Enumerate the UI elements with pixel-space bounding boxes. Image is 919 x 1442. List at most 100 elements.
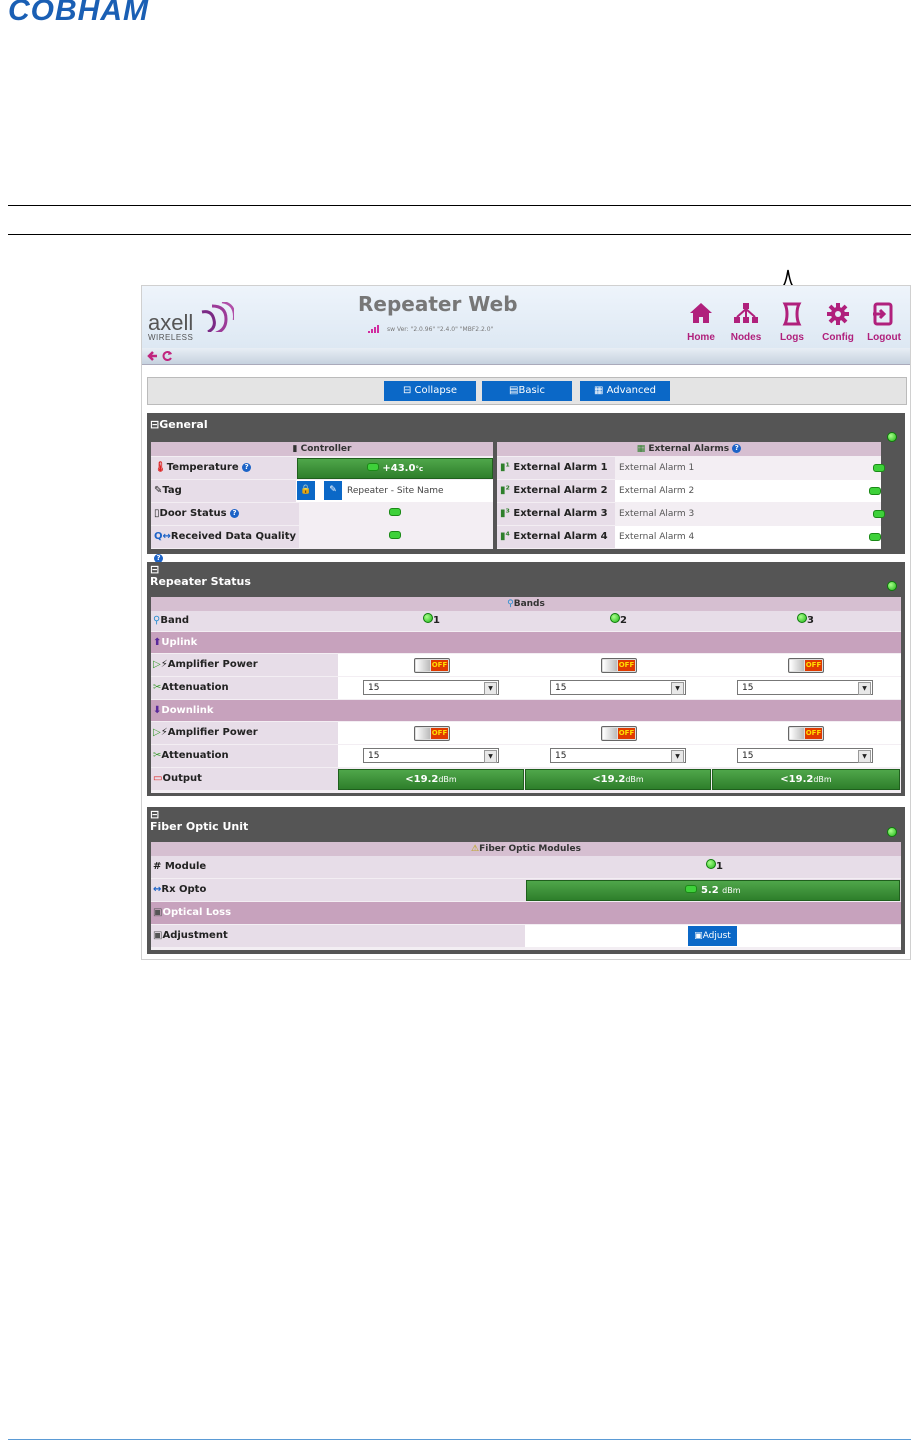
door-row: ▯Door Status ? (151, 503, 493, 525)
fiber-section: ⊟ Fiber Optic Unit ⚠Fiber Optic Modules #… (147, 807, 905, 954)
uplink-amp-label: ▷⚡Amplifier Power (151, 654, 339, 676)
band-2-text: 2 (620, 615, 627, 626)
door-label-text: Door Status (159, 508, 227, 519)
optical-loss-text: Optical Loss (162, 907, 232, 918)
temperature-value-text: +43.0 (382, 463, 416, 474)
alarm-1-label-text: External Alarm 1 (513, 462, 608, 473)
fiber-title[interactable]: ⊟ Fiber Optic Unit (150, 809, 248, 833)
bands-header-text: Bands (513, 599, 545, 609)
module-label: # Module (153, 861, 207, 872)
general-status-led (887, 432, 897, 442)
temperature-label: 🌡Temperature ? (151, 457, 299, 479)
alarm-3-label: ▮³ External Alarm 3 (497, 503, 615, 525)
alarm-2-led (869, 487, 881, 495)
downlink-amp-label-text: Amplifier Power (167, 727, 258, 738)
repeater-title[interactable]: ⊟ Repeater Status (150, 564, 251, 588)
help-icon[interactable]: ? (732, 444, 742, 453)
fiber-title-text: Fiber Optic Unit (150, 820, 249, 833)
temperature-unit: °c (415, 465, 424, 473)
bands-header: ⚲Bands (151, 597, 901, 611)
lock-icon[interactable]: 🔒 (297, 481, 315, 500)
module-1-text: 1 (716, 861, 723, 872)
chevron-down-icon: ▼ (484, 750, 497, 763)
output-label: ▭Output (151, 768, 339, 790)
downlink-att-select-3[interactable]: 15 ▼ (737, 748, 873, 763)
help-icon[interactable]: ? (242, 462, 252, 472)
downlink-amp-toggle-2[interactable]: OFF (601, 726, 637, 741)
collapse-button[interactable]: ⊟ Collapse (384, 381, 476, 401)
general-title[interactable]: ⊟General (150, 418, 208, 431)
band-row: ⚲Band 1 2 3 (151, 611, 901, 631)
uplink-amp-row: ▷⚡Amplifier Power OFF OFF OFF (151, 654, 901, 676)
edit-icon[interactable]: ✎ (324, 481, 342, 500)
uplink-att-row: ✂Attenuation 15 ▼ 15 ▼ 15 ▼ (151, 677, 901, 699)
uplink-amp-toggle-3[interactable]: OFF (788, 658, 824, 673)
fiber-header: ⚠Fiber Optic Modules (151, 842, 901, 856)
uplink-att-select-1[interactable]: 15 ▼ (363, 680, 499, 695)
downlink-att-select-1[interactable]: 15 ▼ (363, 748, 499, 763)
alarm-row-3: ▮³ External Alarm 3 External Alarm 3 (497, 503, 885, 525)
output-row: ▭Output <19.2dBm <19.2dBm <19.2dBm (151, 768, 901, 790)
adjust-label: ▣Adjustment (151, 925, 527, 947)
refresh-icon[interactable] (162, 351, 173, 361)
alarm-1-led (873, 464, 885, 472)
alarm-4-label-text: External Alarm 4 (513, 531, 608, 542)
uplink-amp-cells: OFF OFF OFF (338, 654, 901, 676)
adjust-button[interactable]: ▣Adjust (688, 926, 737, 946)
controller-header: ▮ Controller (151, 442, 493, 456)
alarm-1-label: ▮¹ External Alarm 1 (497, 457, 615, 479)
output-label-text: Output (162, 773, 202, 784)
output-2-value: <19.2 (592, 774, 626, 785)
uplink-amp-toggle-2[interactable]: OFF (601, 658, 637, 673)
door-status (296, 503, 493, 525)
nodes-icon (734, 303, 758, 323)
uplink-toggle-3-text: OFF (805, 660, 822, 671)
uplink-att-select-2[interactable]: 15 ▼ (550, 680, 686, 695)
help-icon[interactable]: ? (230, 508, 240, 518)
back-arrow-icon[interactable] (147, 351, 158, 361)
fiber-header-text: Fiber Optic Modules (479, 844, 581, 854)
app-title: Repeater Web (358, 292, 518, 316)
view-toolbar: ⊟ Collapse ▤Basic ▦ Advanced (147, 377, 907, 405)
alarm-4-label: ▮⁴ External Alarm 4 (497, 526, 615, 548)
repeater-table: ⚲Bands ⚲Band 1 2 3 ⬆Uplink ▷⚡Amplifier P… (151, 597, 901, 793)
downlink-att-select-2[interactable]: 15 ▼ (550, 748, 686, 763)
module-row: # Module 1 (151, 856, 901, 878)
module-1: 1 (706, 856, 723, 878)
header-rule-bottom (8, 234, 911, 235)
general-section: ⊟General ▮ Controller 🌡Temperature ? +43… (147, 413, 905, 563)
band-1: 1 (423, 611, 440, 631)
band-label: ⚲Band (153, 615, 189, 626)
alarm-3-value-text: External Alarm 3 (619, 509, 695, 519)
band-3: 3 (797, 611, 814, 631)
rx-value: 5.2 dBm (526, 880, 900, 901)
downlink-att-label-text: Attenuation (161, 750, 229, 761)
footer-rule (8, 1439, 911, 1440)
alarm-2-label-text: External Alarm 2 (513, 485, 608, 496)
uplink-att-select-3[interactable]: 15 ▼ (737, 680, 873, 695)
uplink-toggle-1-text: OFF (431, 660, 448, 671)
collapse-label: Collapse (414, 385, 458, 396)
door-label: ▯Door Status ? (151, 503, 299, 525)
nav-config-label: Config (822, 332, 854, 343)
temperature-label-text: Temperature (166, 462, 239, 473)
nav-logout-label: Logout (867, 332, 901, 343)
alarm-4-value: External Alarm 4 (615, 526, 881, 548)
basic-button[interactable]: ▤Basic (482, 381, 572, 401)
tag-value: Repeater - Site Name (347, 486, 444, 496)
advanced-button[interactable]: ▦ Advanced (580, 381, 670, 401)
alarm-2-value: External Alarm 2 (615, 480, 881, 502)
downlink-amp-toggle-3[interactable]: OFF (788, 726, 824, 741)
home-icon (690, 303, 712, 323)
uplink-amp-toggle-1[interactable]: OFF (414, 658, 450, 673)
band-3-text: 3 (807, 615, 814, 626)
downlink-att-cells: 15 ▼ 15 ▼ 15 ▼ (338, 745, 901, 767)
alarm-1-value: External Alarm 1 (615, 457, 885, 479)
fiber-table: ⚠Fiber Optic Modules # Module 1 ↔Rx Opto… (151, 842, 901, 950)
chevron-down-icon: ▼ (858, 682, 871, 695)
downlink-amp-toggle-1[interactable]: OFF (414, 726, 450, 741)
chevron-down-icon: ▼ (484, 682, 497, 695)
nav-nodes-label: Nodes (730, 332, 762, 343)
repeater-section: ⊟ Repeater Status ⚲Bands ⚲Band 1 2 3 ⬆Upl… (147, 562, 905, 796)
alarm-2-label: ▮² External Alarm 2 (497, 480, 615, 502)
